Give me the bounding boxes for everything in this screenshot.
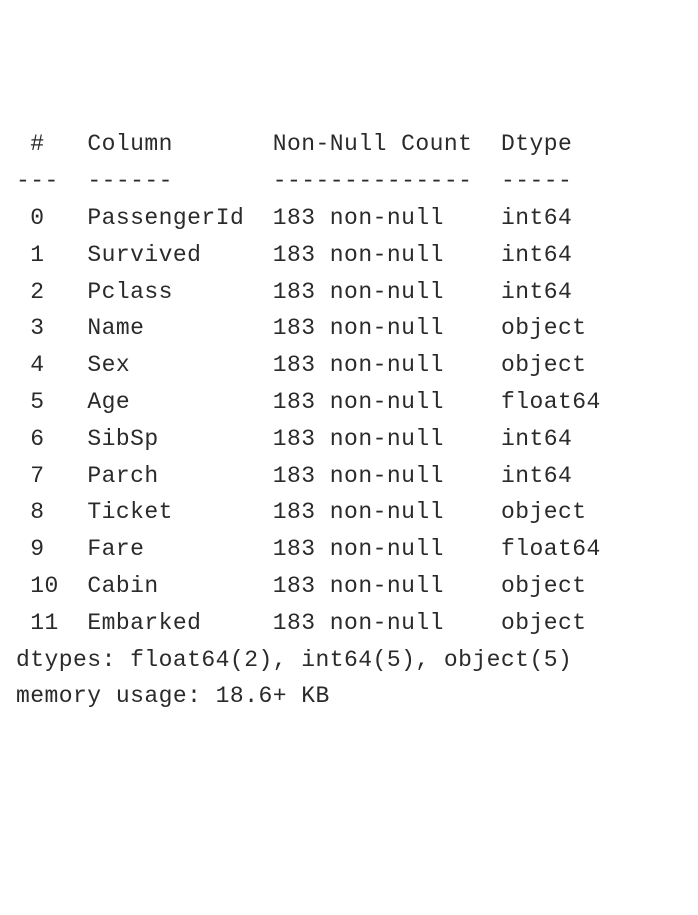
row-dtype: float64 [501,536,601,562]
row-column: Pclass [87,279,244,305]
row-count: 183 non-null [273,499,473,525]
row-dtype: object [501,352,601,378]
memory-usage: memory usage: 18.6+ KB [16,683,330,709]
row-column: Sex [87,352,244,378]
row-count: 183 non-null [273,573,473,599]
separator-column: ------ [87,168,244,194]
row-index: 9 [16,536,59,562]
row-dtype: object [501,499,601,525]
header-column: Column [87,131,244,157]
header-count: Non-Null Count [273,131,473,157]
row-column: Embarked [87,610,244,636]
row-column: Survived [87,242,244,268]
row-dtype: float64 [501,389,601,415]
header-index: # [16,131,59,157]
row-count: 183 non-null [273,463,473,489]
info-output: # Column Non-Null Count Dtype --- ------… [16,126,682,715]
row-column: Cabin [87,573,244,599]
dtypes-summary: dtypes: float64(2), int64(5), object(5) [16,647,572,673]
row-count: 183 non-null [273,610,473,636]
row-count: 183 non-null [273,352,473,378]
row-count: 183 non-null [273,536,473,562]
row-dtype: object [501,610,601,636]
row-index: 11 [16,610,59,636]
row-dtype: int64 [501,426,601,452]
row-dtype: object [501,573,601,599]
row-index: 7 [16,463,59,489]
row-column: Parch [87,463,244,489]
separator-index: --- [16,168,59,194]
row-column: Name [87,315,244,341]
separator-dtype: ----- [501,168,601,194]
row-count: 183 non-null [273,279,473,305]
row-column: Fare [87,536,244,562]
separator-count: -------------- [273,168,473,194]
row-index: 0 [16,205,59,231]
row-column: Ticket [87,499,244,525]
row-count: 183 non-null [273,426,473,452]
header-dtype: Dtype [501,131,601,157]
row-count: 183 non-null [273,205,473,231]
row-index: 8 [16,499,59,525]
row-dtype: object [501,315,601,341]
row-index: 3 [16,315,59,341]
row-column: PassengerId [87,205,244,231]
row-index: 4 [16,352,59,378]
row-index: 10 [16,573,59,599]
row-dtype: int64 [501,279,601,305]
row-count: 183 non-null [273,389,473,415]
row-index: 6 [16,426,59,452]
row-dtype: int64 [501,463,601,489]
row-index: 2 [16,279,59,305]
row-count: 183 non-null [273,315,473,341]
row-index: 1 [16,242,59,268]
row-column: SibSp [87,426,244,452]
row-dtype: int64 [501,205,601,231]
row-dtype: int64 [501,242,601,268]
row-index: 5 [16,389,59,415]
row-column: Age [87,389,244,415]
row-count: 183 non-null [273,242,473,268]
